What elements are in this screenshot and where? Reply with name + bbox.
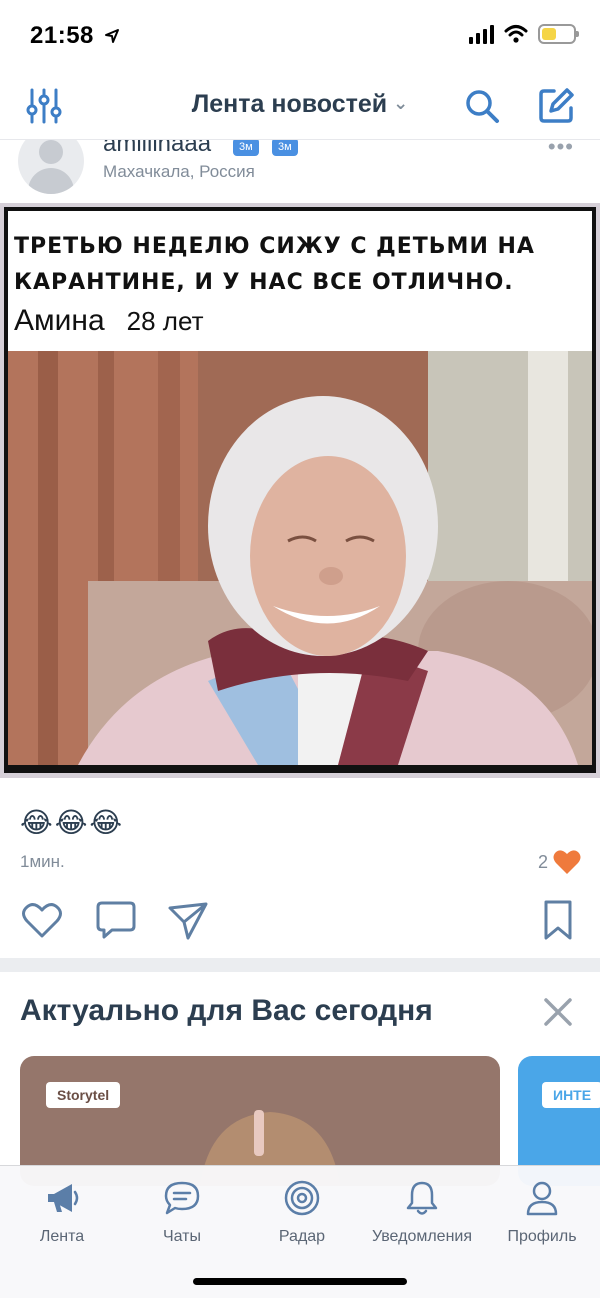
share-button[interactable] [166, 898, 210, 942]
chat-bubble-icon [164, 1181, 200, 1215]
meme-caption-line: Третью неделю сижу с детьми на [14, 234, 535, 259]
location-arrow-icon [105, 29, 119, 43]
post-actions [0, 898, 600, 944]
person-icon [526, 1181, 558, 1216]
tab-label: Лента [39, 1228, 85, 1245]
card-tag: ИНТЕ [542, 1082, 600, 1108]
comment-button[interactable] [94, 898, 138, 942]
post-image[interactable]: Третью неделю сижу с детьми на карантине… [0, 203, 600, 778]
navbar: Лента новостей ⌄ [0, 72, 600, 140]
likes-summary[interactable]: 2 [538, 848, 582, 876]
post-text: 😂😂😂 [20, 807, 125, 838]
likes-count: 2 [537, 851, 548, 872]
status-badge: 3м [233, 140, 259, 156]
more-options-icon[interactable]: ••• [548, 140, 574, 160]
meme-caption-line: карантине, и у нас все отлично. [14, 270, 514, 295]
home-indicator[interactable] [193, 1278, 407, 1285]
bookmark-button[interactable] [536, 898, 580, 942]
meme-caption: Третью неделю сижу с детьми на карантине… [8, 211, 592, 351]
avatar[interactable] [18, 140, 84, 194]
tab-label: Чаты [162, 1228, 202, 1245]
bell-icon [406, 1181, 438, 1215]
heart-filled-icon [553, 850, 581, 874]
search-icon[interactable] [462, 86, 502, 126]
close-icon[interactable] [542, 996, 574, 1028]
status-indicators [469, 24, 579, 44]
meme-image: Третью неделю сижу с детьми на карантине… [4, 207, 596, 773]
tab-label: Радар [278, 1228, 326, 1245]
meme-caption-name: Амина [14, 304, 105, 337]
compose-icon[interactable] [536, 86, 576, 126]
battery-icon [538, 24, 579, 44]
tab-chats[interactable]: Чаты [122, 1178, 242, 1246]
section-divider [0, 958, 600, 972]
post-author[interactable]: amiiiinaaa [103, 140, 211, 158]
chevron-down-icon: ⌄ [393, 93, 409, 113]
elderly-woman-photo [8, 351, 592, 765]
post-timestamp: 1мин. [20, 852, 65, 871]
card-tag: Storytel [46, 1082, 121, 1108]
page-title: Лента новостей [191, 90, 388, 118]
recommendations-title: Актуально для Вас сегодня [20, 994, 433, 1027]
tab-radar[interactable]: Радар [242, 1178, 362, 1246]
tab-profile[interactable]: Профиль [482, 1178, 600, 1246]
tab-feed[interactable]: Лента [2, 1178, 122, 1246]
feed-title-dropdown[interactable]: Лента новостей ⌄ [0, 90, 600, 119]
status-time: 21:58 [30, 22, 94, 49]
post-header: amiiiinaaa 3м 3м Махачкала, Россия ••• [0, 140, 600, 202]
wifi-icon [504, 25, 528, 43]
tab-notifications[interactable]: Уведомления [362, 1178, 482, 1246]
post-location: Махачкала, Россия [103, 162, 255, 181]
meme-caption-age: 28 лет [126, 306, 204, 336]
status-bar: 21:58 [0, 0, 600, 72]
radar-icon [284, 1180, 320, 1216]
tab-label: Профиль [507, 1228, 577, 1245]
like-button[interactable] [20, 898, 64, 942]
megaphone-icon [48, 1184, 79, 1212]
tab-label: Уведомления [371, 1228, 473, 1245]
status-badge: 3м [272, 140, 298, 156]
cellular-signal-icon [469, 24, 494, 44]
